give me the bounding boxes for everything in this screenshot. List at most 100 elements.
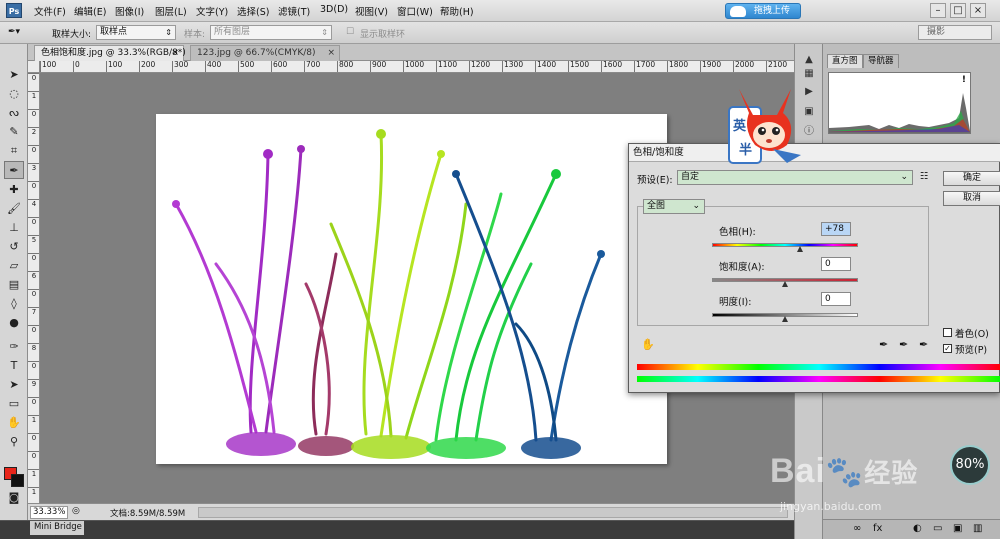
fx-icon[interactable]: fx bbox=[873, 523, 882, 534]
paint-splash-image[interactable] bbox=[156, 114, 667, 464]
workspace-select[interactable]: 摄影 bbox=[918, 25, 992, 40]
ruler-tick-label: 700 bbox=[304, 61, 320, 72]
eyedropper-tool-icon[interactable]: ✒▾ bbox=[8, 27, 20, 37]
ruler-tick-label: 7 bbox=[28, 307, 39, 316]
eyedropper-minus-icon[interactable]: ✒ bbox=[919, 338, 928, 351]
ruler-tick-label: 1 bbox=[28, 415, 39, 424]
eyedropper-icon[interactable]: ✒ bbox=[879, 338, 888, 351]
restore-icon[interactable]: □ bbox=[950, 3, 966, 18]
menu-window[interactable]: 窗口(W) bbox=[397, 4, 433, 18]
ok-button[interactable]: 确定 bbox=[943, 171, 1000, 186]
eyedropper-plus-icon[interactable]: ✒ bbox=[899, 338, 908, 351]
menu-edit[interactable]: 编辑(E) bbox=[74, 4, 106, 18]
ruler-tick-label: 4 bbox=[28, 199, 39, 208]
menu-image[interactable]: 图像(I) bbox=[115, 4, 144, 18]
drag-upload-button[interactable]: 拖拽上传 bbox=[725, 3, 801, 19]
saturation-label: 饱和度(A): bbox=[719, 262, 765, 273]
hue-slider-thumb[interactable] bbox=[796, 246, 803, 252]
pen-tool-icon[interactable]: ✑ bbox=[4, 338, 24, 356]
ruler-tick-label: 0 bbox=[28, 109, 39, 118]
marquee-tool-icon[interactable]: ◌ bbox=[4, 85, 24, 103]
hue-input[interactable]: +78 bbox=[821, 222, 851, 236]
ruler-tick-label: 1 bbox=[28, 91, 39, 100]
tab-label: 色相饱和度.jpg @ 33.3%(RGB/8*) bbox=[41, 48, 186, 58]
close-icon[interactable]: × bbox=[327, 46, 335, 61]
adjustment-layer-icon[interactable]: ◐ bbox=[913, 523, 922, 534]
preset-select[interactable]: 自定 ⌄ bbox=[677, 170, 913, 185]
color-spectrum-top bbox=[637, 364, 1000, 370]
horizontal-scrollbar[interactable] bbox=[198, 507, 788, 518]
folder-icon[interactable]: ▭ bbox=[933, 523, 942, 534]
menu-3d[interactable]: 3D(D) bbox=[320, 4, 348, 15]
ruler-tick-label: 0 bbox=[73, 61, 80, 72]
tab-hue-saturation-doc[interactable]: 色相饱和度.jpg @ 33.3%(RGB/8*) × bbox=[34, 45, 186, 61]
mascot-text-bottom: 半 bbox=[739, 143, 753, 158]
saturation-slider-thumb[interactable] bbox=[782, 281, 788, 287]
blur-tool-icon[interactable]: ◊ bbox=[4, 295, 24, 313]
hue-label: 色相(H): bbox=[719, 227, 756, 238]
lightness-input[interactable]: 0 bbox=[821, 292, 851, 306]
healing-brush-tool-icon[interactable]: ✚ bbox=[4, 181, 24, 199]
tab-histogram[interactable]: 直方图 bbox=[827, 54, 863, 68]
brush-tool-icon[interactable]: 🖌 bbox=[4, 200, 24, 218]
hand-adjust-icon[interactable]: ✋ bbox=[641, 338, 655, 351]
move-tool-icon[interactable]: ➤ bbox=[4, 66, 24, 84]
eraser-tool-icon[interactable]: ▱ bbox=[4, 257, 24, 275]
path-select-tool-icon[interactable]: ➤ bbox=[4, 376, 24, 394]
crop-tool-icon[interactable]: ⌗ bbox=[4, 142, 24, 160]
sample-label: 样本: bbox=[184, 30, 206, 40]
quick-mask-icon[interactable]: ◙ bbox=[4, 489, 24, 507]
sample-size-value: 取样点 bbox=[100, 27, 128, 37]
menu-bar: Ps 文件(F) 编辑(E) 图像(I) 图层(L) 文字(Y) 选择(S) 滤… bbox=[0, 0, 1000, 22]
channel-select[interactable]: 全图 ⌄ bbox=[643, 199, 705, 214]
zoom-level-field[interactable]: 33.33% bbox=[30, 506, 68, 519]
ruler-tick-label: 100 bbox=[106, 61, 122, 72]
ruler-tick-label: 1700 bbox=[634, 61, 655, 72]
lightness-slider-thumb[interactable] bbox=[782, 316, 788, 322]
menu-help[interactable]: 帮助(H) bbox=[440, 4, 474, 18]
menu-layer[interactable]: 图层(L) bbox=[155, 4, 187, 18]
sample-select[interactable]: 所有图层 ⇕ bbox=[210, 25, 332, 40]
background-color-swatch[interactable] bbox=[11, 474, 24, 487]
hand-tool-icon[interactable]: ✋ bbox=[4, 414, 24, 432]
show-ring-checkbox[interactable]: ☐ bbox=[346, 27, 354, 37]
cancel-button[interactable]: 取消 bbox=[943, 191, 1000, 206]
lasso-tool-icon[interactable]: ᔓ bbox=[4, 104, 24, 122]
type-tool-icon[interactable]: T bbox=[4, 357, 24, 375]
history-brush-tool-icon[interactable]: ↺ bbox=[4, 238, 24, 256]
menu-select[interactable]: 选择(S) bbox=[237, 4, 269, 18]
minimize-icon[interactable]: – bbox=[930, 3, 946, 18]
zoom-tool-icon[interactable]: ⚲ bbox=[4, 433, 24, 451]
link-icon[interactable]: ∞ bbox=[853, 523, 861, 534]
preset-options-icon[interactable]: ☷ bbox=[920, 171, 929, 182]
status-info-icon[interactable]: ◎ bbox=[72, 506, 80, 516]
saturation-input[interactable]: 0 bbox=[821, 257, 851, 271]
ruler-tick-label: 0 bbox=[28, 397, 39, 406]
ruler-tick-label: 1100 bbox=[436, 61, 457, 72]
mini-bridge-tab[interactable]: Mini Bridge bbox=[30, 521, 84, 535]
sample-size-select[interactable]: 取样点 ⇕ bbox=[96, 25, 176, 40]
quick-select-tool-icon[interactable]: ✎ bbox=[4, 123, 24, 141]
shape-tool-icon[interactable]: ▭ bbox=[4, 395, 24, 413]
watermark-logo: Bai🐾经验 bbox=[770, 452, 918, 491]
menu-file[interactable]: 文件(F) bbox=[34, 4, 66, 18]
close-icon[interactable]: × bbox=[171, 46, 179, 61]
eyedropper-tool-icon[interactable]: ✒ bbox=[4, 161, 24, 179]
menu-type[interactable]: 文字(Y) bbox=[196, 4, 228, 18]
menu-filter[interactable]: 滤镜(T) bbox=[278, 4, 310, 18]
tab-123-doc[interactable]: 123.jpg @ 66.7%(CMYK/8) × bbox=[190, 45, 340, 61]
hue-slider[interactable] bbox=[712, 243, 858, 247]
new-layer-icon[interactable]: ▣ bbox=[953, 523, 962, 534]
preview-checkbox[interactable]: ✓ bbox=[943, 344, 952, 353]
tab-navigator[interactable]: 导航器 bbox=[863, 54, 899, 68]
trash-icon[interactable]: ▥ bbox=[973, 523, 982, 534]
clone-stamp-tool-icon[interactable]: ⊥ bbox=[4, 219, 24, 237]
colorize-checkbox[interactable] bbox=[943, 328, 952, 337]
close-icon[interactable]: × bbox=[970, 3, 986, 18]
history-panel-icon[interactable]: ▦ bbox=[800, 66, 818, 82]
ruler-tick-label: 3 bbox=[28, 163, 39, 172]
gradient-tool-icon[interactable]: ▤ bbox=[4, 276, 24, 294]
warning-icon[interactable]: ! bbox=[962, 75, 966, 85]
dodge-tool-icon[interactable]: ● bbox=[4, 314, 24, 332]
menu-view[interactable]: 视图(V) bbox=[355, 4, 388, 18]
